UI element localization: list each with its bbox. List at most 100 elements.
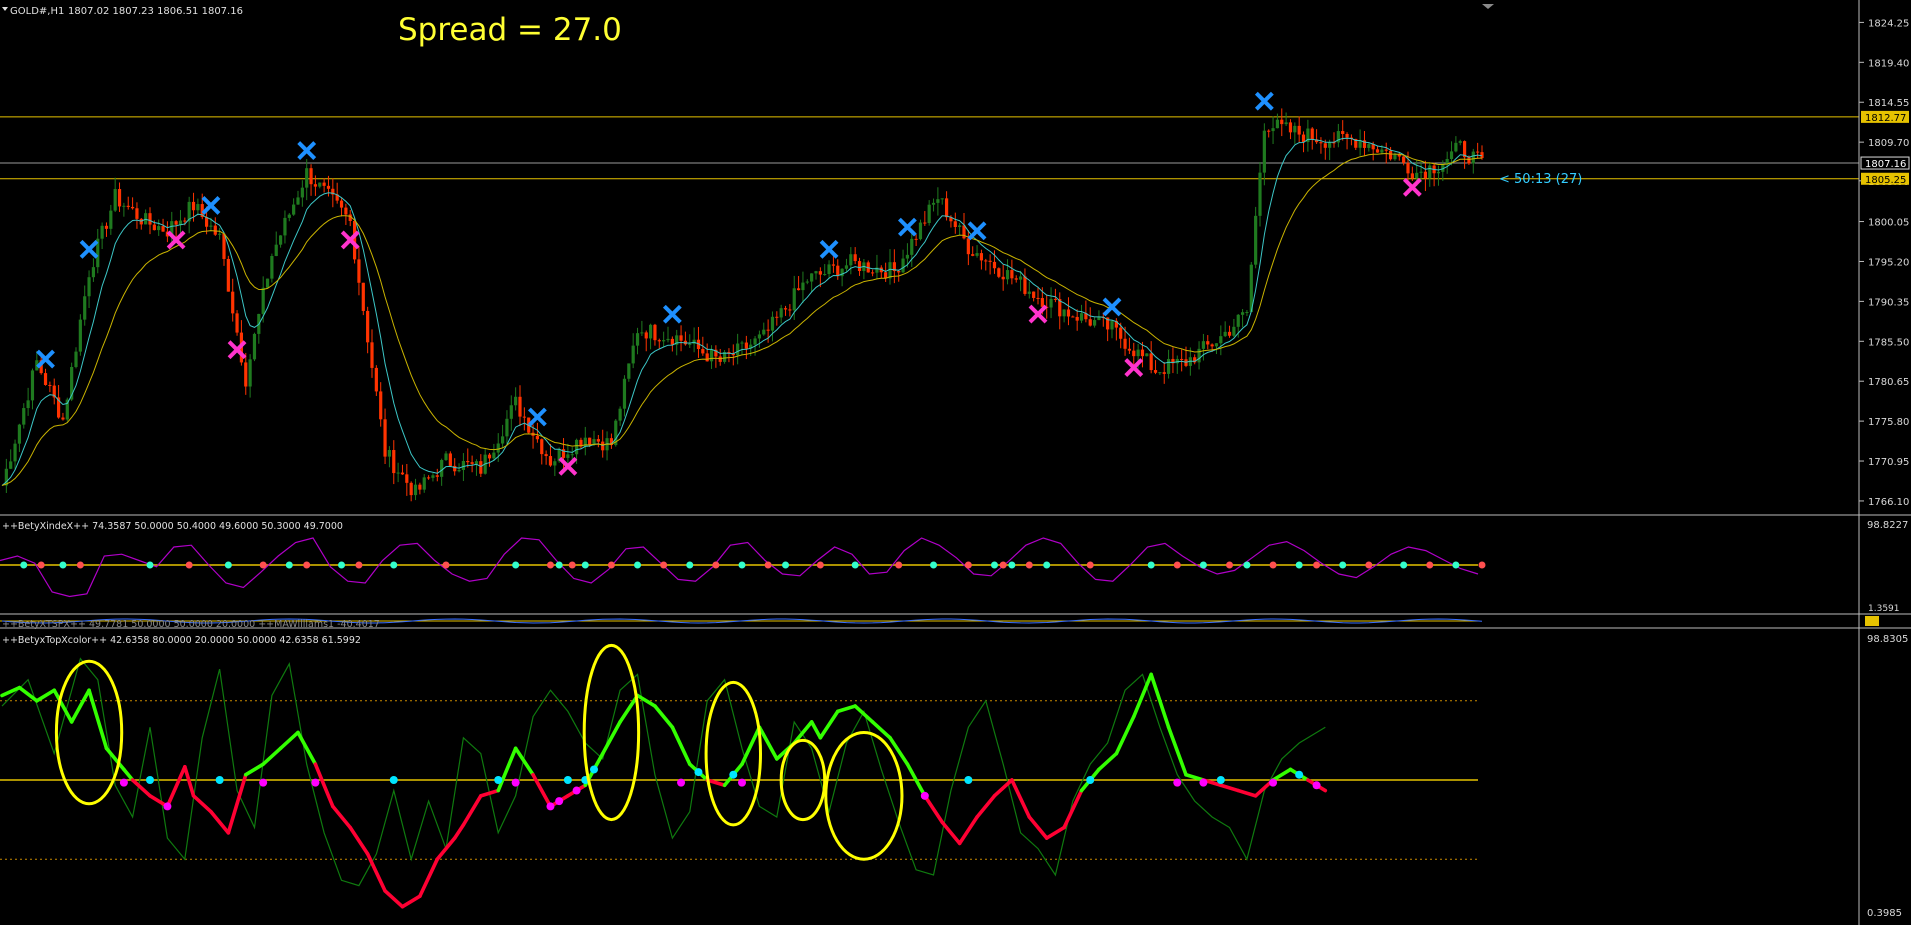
candle-body xyxy=(1079,313,1084,321)
candles xyxy=(4,108,1484,502)
candle-body xyxy=(422,477,426,490)
xindex-signal-dot xyxy=(303,561,311,569)
topx-buy-dot xyxy=(215,776,224,784)
candle-body xyxy=(126,205,130,207)
candle-body xyxy=(318,182,322,187)
candle-body xyxy=(631,345,635,364)
topx-sell-dot xyxy=(738,778,746,787)
candle-body xyxy=(1166,358,1171,374)
price-tick-label: 1800.05 xyxy=(1868,218,1909,229)
xindex-signal-dot xyxy=(634,561,642,569)
candle-body xyxy=(405,474,409,483)
bar-timer-label: < 50:13 (27) xyxy=(1499,172,1582,187)
candle-body xyxy=(1223,331,1227,337)
xindex-signal-dot xyxy=(1269,561,1277,569)
candle-body xyxy=(1197,348,1201,363)
candle-body xyxy=(783,308,788,310)
xindex-signal-dot xyxy=(546,561,554,569)
candle-body xyxy=(283,217,287,236)
topx-thick-segment xyxy=(1062,788,1084,830)
xindex-title: ++BetyXindeX++ 74.3587 50.0000 50.4000 4… xyxy=(2,521,343,532)
candle-body xyxy=(292,204,296,215)
spread-label: Spread = 27.0 xyxy=(398,12,622,48)
xindex-signal-dot xyxy=(37,561,45,569)
price-panel[interactable] xyxy=(0,91,1859,502)
candle-body xyxy=(1001,276,1005,280)
xindex-signal-dot xyxy=(390,561,398,569)
candle-body xyxy=(1423,171,1428,179)
candle-body xyxy=(100,225,104,239)
xindex-signal-dot xyxy=(568,561,576,569)
xindex-signal-dot xyxy=(1173,561,1181,569)
candle-body xyxy=(818,271,822,275)
candle-body xyxy=(992,261,997,269)
candle-body xyxy=(805,281,809,283)
candle-body xyxy=(1328,142,1332,148)
candle-body xyxy=(1145,353,1149,357)
candle-body xyxy=(979,253,984,261)
candle-body xyxy=(91,267,96,278)
topx-thick-segment xyxy=(923,794,945,825)
candle-body xyxy=(870,272,875,274)
candle-body xyxy=(548,456,553,466)
candle-body xyxy=(218,233,222,235)
candle-body xyxy=(1323,143,1327,148)
candle-body xyxy=(144,213,148,225)
candle-body xyxy=(901,258,905,273)
candle-body xyxy=(48,384,52,386)
candle-body xyxy=(975,253,979,256)
topx-sell-dot xyxy=(546,802,555,811)
candle-body xyxy=(487,454,492,459)
candle-body xyxy=(744,342,748,349)
candle-body xyxy=(361,282,365,311)
topx-buy-dot xyxy=(1086,776,1095,784)
topx-thick-segment xyxy=(618,693,640,724)
topx-thick-segment xyxy=(975,794,997,819)
candle-body xyxy=(396,472,400,474)
xindex-signal-dot xyxy=(1043,561,1051,569)
topx-buy-dot xyxy=(563,776,572,784)
xindex-signal-dot xyxy=(1008,561,1016,569)
topx-sell-dot xyxy=(511,778,520,787)
candle-body xyxy=(387,450,392,457)
xindex-signal-dot xyxy=(555,561,563,569)
topx-sell-dot xyxy=(555,797,564,806)
price-tick-label: 1780.65 xyxy=(1868,377,1909,388)
candle-body xyxy=(1036,297,1040,299)
xindex-signal-dot xyxy=(1025,561,1033,569)
candle-body xyxy=(927,204,931,224)
xindex-panel[interactable] xyxy=(0,537,1486,598)
candle-body xyxy=(87,277,91,297)
topx-sell-dot xyxy=(1173,778,1182,787)
xindex-signal-dot xyxy=(1365,561,1373,569)
candle-body xyxy=(849,254,853,266)
candle-body xyxy=(244,362,248,387)
topx-thick-segment xyxy=(296,730,318,766)
candle-body xyxy=(479,461,483,474)
price-tick-label: 1819.40 xyxy=(1868,58,1909,69)
xindex-signal-dot xyxy=(1339,561,1347,569)
candle-body xyxy=(409,482,413,496)
xindex-signal-dot xyxy=(355,561,363,569)
topx-thick-segment xyxy=(69,688,91,724)
buy-cross-marker xyxy=(967,221,987,241)
candle-body xyxy=(601,441,605,451)
topx-sell-dot xyxy=(119,778,128,787)
tspx-marker-box xyxy=(1865,616,1879,626)
candle-body xyxy=(117,189,122,207)
buy-cross-marker xyxy=(819,239,839,259)
candle-body xyxy=(296,197,300,205)
topx-sell-dot xyxy=(1312,781,1321,790)
topx-title: ++BetyxTopXcolor++ 42.6358 80.0000 20.00… xyxy=(2,635,361,646)
topx-thick-segment xyxy=(940,820,962,846)
topx-sell-dot xyxy=(920,791,929,800)
topx-thick-segment xyxy=(835,704,857,714)
candle-body xyxy=(344,207,348,215)
topxcolor-panel[interactable] xyxy=(0,643,1478,909)
candle-body xyxy=(814,271,818,274)
candle-body xyxy=(1467,157,1471,164)
candle-body xyxy=(897,271,901,273)
candle-body xyxy=(326,185,331,189)
candle-body xyxy=(413,484,418,496)
topx-thick-segment xyxy=(209,809,231,835)
